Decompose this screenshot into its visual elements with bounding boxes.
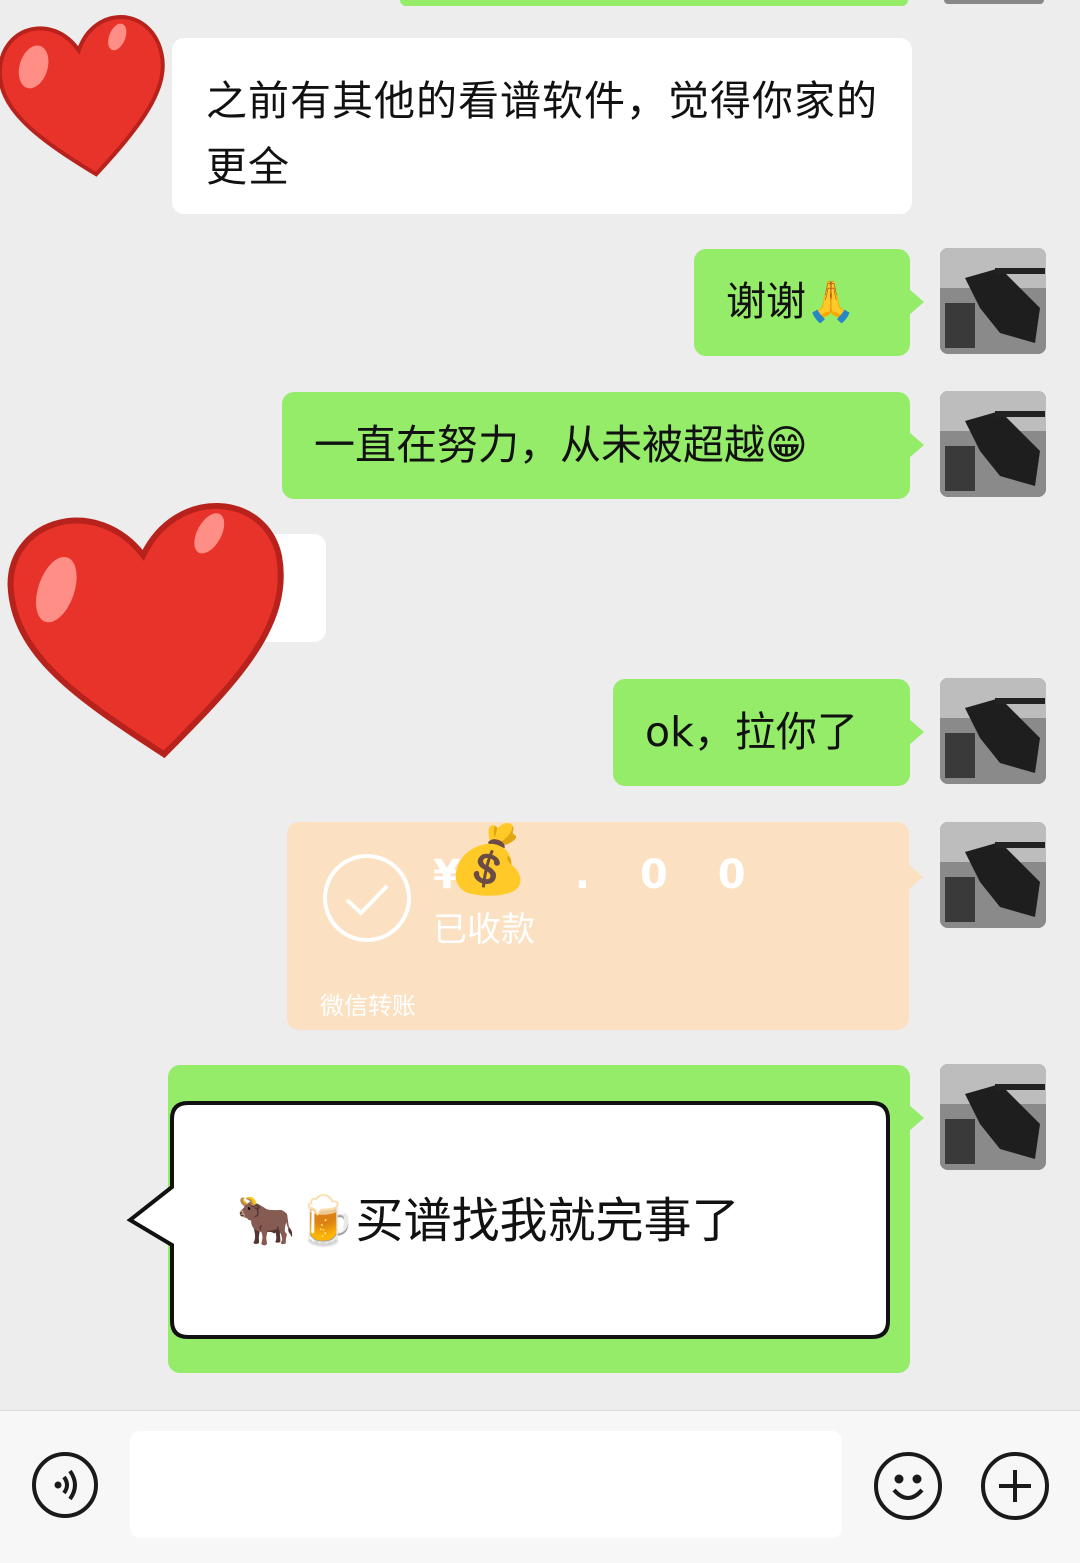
previous-message-edge — [400, 0, 908, 6]
outgoing-message-thanks[interactable]: 谢谢🙏 — [694, 249, 924, 356]
avatar[interactable] — [940, 822, 1046, 928]
ox-icon: 🐂 — [236, 1193, 296, 1249]
emoji-icon[interactable] — [874, 1452, 942, 1520]
avatar-photo-icon — [940, 248, 1046, 354]
previous-avatar-edge — [944, 0, 1044, 4]
outgoing-message-ok[interactable]: ok，拉你了 — [613, 679, 924, 786]
avatar-photo-icon — [940, 822, 1046, 928]
incoming-message[interactable]: 之前有其他的看谱软件，觉得你家的更全 — [172, 38, 912, 214]
avatar[interactable] — [940, 678, 1046, 784]
avatar[interactable] — [940, 1064, 1046, 1170]
heart-sticker-top — [0, 15, 165, 177]
avatar[interactable] — [940, 248, 1046, 354]
money-bag-icon: 💰 — [447, 821, 530, 898]
outgoing-message-ok-text: ok，拉你了 — [645, 708, 858, 756]
grin-emoji-icon: 😁 — [765, 421, 808, 469]
transfer-footer: 微信转账 — [320, 992, 416, 1020]
avatar-photo-icon — [940, 391, 1046, 497]
transfer-status: 已收款 — [433, 910, 535, 950]
avatar-photo-icon — [940, 1064, 1046, 1170]
incoming-message-text: 之前有其他的看谱软件，觉得你家的更全 — [206, 77, 878, 191]
beer-icon: 🍺 — [295, 1193, 356, 1249]
avatar[interactable] — [940, 391, 1046, 497]
input-bar — [0, 1410, 1080, 1563]
plus-icon[interactable] — [981, 1452, 1049, 1520]
avatar-photo-icon — [940, 678, 1046, 784]
callout-content: 🐂🍺买谱找我就完事了 — [236, 1186, 740, 1256]
voice-icon[interactable] — [32, 1452, 98, 1518]
received-check-icon — [323, 854, 411, 942]
callout-text: 买谱找我就完事了 — [355, 1193, 740, 1249]
outgoing-message-thanks-text: 谢谢 — [726, 279, 806, 325]
pray-hands-icon: 🙏 — [806, 279, 856, 325]
heart-sticker-large — [7, 502, 284, 759]
outgoing-message-effort-text: 一直在努力，从未被超越 — [314, 421, 765, 469]
outgoing-message-effort[interactable]: 一直在努力，从未被超越😁 — [282, 392, 924, 499]
message-input[interactable] — [130, 1431, 842, 1538]
transfer-card[interactable]: ¥ .00 已收款 微信转账 💰 — [287, 821, 923, 1030]
